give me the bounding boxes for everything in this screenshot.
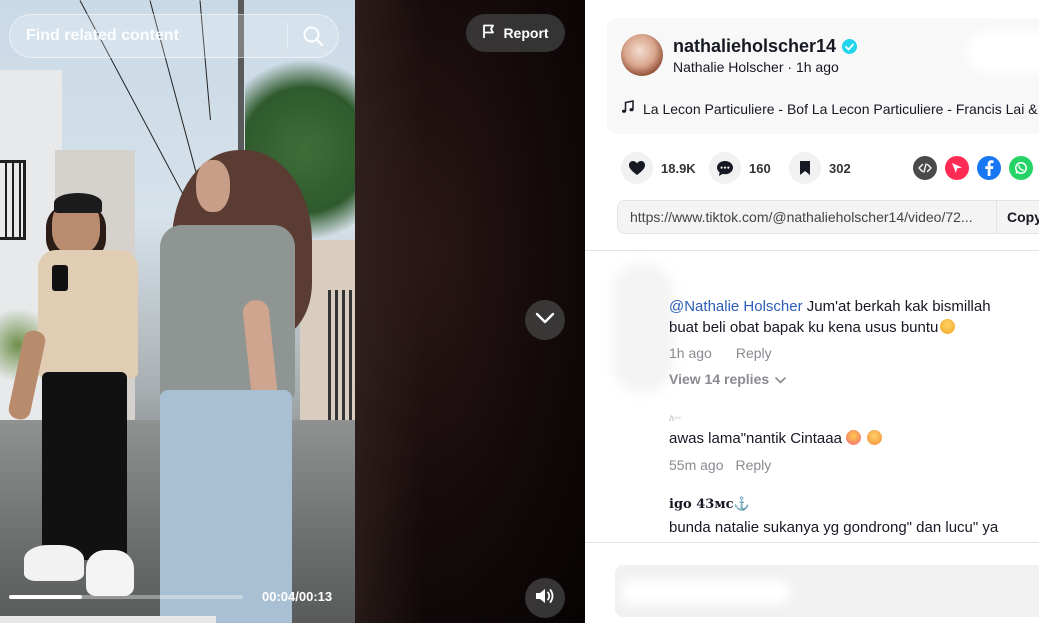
bookmark-icon: [789, 152, 821, 184]
reply-button[interactable]: Reply: [736, 345, 772, 361]
smiling-face-with-hearts-emoji-icon: [845, 430, 861, 445]
video-bottom-strip: [0, 616, 216, 623]
share-link[interactable]: https://www.tiktok.com/@nathalieholscher…: [618, 209, 996, 225]
like-count: 18.9K: [661, 160, 696, 176]
author-subline: Nathalie Holscher · 1h ago: [673, 59, 839, 75]
comment-time: 55m ago: [669, 457, 724, 473]
search-icon[interactable]: [288, 14, 338, 58]
music-title: La Lecon Particuliere - Bof La Lecon Par…: [643, 100, 1038, 117]
speaker-icon: [535, 587, 555, 610]
comment-composer: [585, 542, 1039, 623]
username[interactable]: nathalieholscher14: [673, 36, 836, 57]
send-to-friends-icon[interactable]: [945, 156, 969, 180]
comment-text-line: bunda natalie sukanya yg gondrong" dan l…: [669, 519, 999, 536]
flag-icon: [482, 24, 496, 42]
search-bar[interactable]: Find related content: [9, 14, 339, 58]
person-1-pants: [42, 372, 127, 560]
comment-body: @Nathalie Holscher Jum'at berkah kak bis…: [669, 296, 991, 317]
search-input[interactable]: Find related content: [10, 27, 287, 45]
music-note-icon: [621, 100, 635, 117]
heart-eyes-emoji-icon: [866, 430, 882, 445]
comment-text-line: Jum'at berkah kak bismillah: [802, 298, 991, 315]
video-frame[interactable]: [0, 0, 355, 623]
video-player[interactable]: Find related content Report 00:04/00:13: [0, 0, 585, 623]
pleading-face-emoji-icon: [940, 319, 956, 334]
whatsapp-icon[interactable]: [1009, 156, 1033, 180]
comment-button[interactable]: 160: [709, 152, 771, 184]
save-button[interactable]: 302: [789, 152, 851, 184]
person-1-shoe: [86, 550, 134, 596]
person-1-phone: [52, 265, 68, 291]
comment-list[interactable]: @Nathalie Holscher Jum'at berkah kak bis…: [585, 251, 1039, 542]
comment-time: 1h ago: [669, 345, 712, 361]
report-label: Report: [503, 25, 549, 41]
comment-input[interactable]: [615, 565, 1039, 617]
video-progress-bar[interactable]: [9, 595, 243, 599]
post-time: 1h ago: [795, 59, 839, 75]
blurred-region: [613, 263, 673, 393]
embed-code-icon[interactable]: [913, 156, 937, 180]
copy-link-button[interactable]: Copy: [996, 201, 1039, 233]
subline-separator: ·: [783, 59, 796, 75]
video-time: 00:04/00:13: [262, 589, 333, 604]
commenter-name[interactable]: igo 43мс⚓: [669, 497, 750, 512]
blurred-region: [967, 30, 1039, 74]
comment-count: 160: [749, 160, 771, 176]
tiktok-video-page: Find related content Report 00:04/00:13 …: [0, 0, 1039, 623]
comment-meta: 1h ago Reply: [669, 345, 772, 361]
display-name: Nathalie Holscher: [673, 59, 784, 75]
reply-button[interactable]: Reply: [735, 457, 771, 473]
facebook-icon[interactable]: [977, 156, 1001, 180]
verified-badge-icon: [842, 39, 858, 54]
post-info-card: nathalieholscher14 Nathalie Holscher · 1…: [607, 18, 1039, 134]
share-link-box: https://www.tiktok.com/@nathalieholscher…: [617, 200, 1039, 234]
music-link[interactable]: La Lecon Particuliere - Bof La Lecon Par…: [621, 100, 1038, 117]
chevron-down-icon: [775, 371, 786, 387]
avatar[interactable]: [621, 34, 663, 76]
commenter-name[interactable]: ʌ◦◦: [669, 413, 681, 424]
action-bar: 18.9K 160 302: [621, 152, 1039, 184]
report-button[interactable]: Report: [466, 14, 565, 52]
person-2-face: [196, 160, 230, 212]
video-progress-fill: [9, 595, 82, 599]
save-count: 302: [829, 160, 851, 176]
like-button[interactable]: 18.9K: [621, 152, 696, 184]
author-row: nathalieholscher14: [673, 36, 858, 57]
person-1-shoe: [24, 545, 84, 581]
comment-bubble-icon: [709, 152, 741, 184]
view-replies-button[interactable]: View 14 replies: [669, 371, 786, 387]
blurred-region: [621, 579, 791, 605]
comment-text-line: buat beli obat bapak ku kena usus buntu: [669, 319, 939, 336]
comment-mention[interactable]: @Nathalie Holscher: [669, 298, 803, 315]
scene-balcony: [0, 160, 26, 240]
chevron-down-icon: [535, 311, 555, 329]
comment-body: awas lama"nantik Cintaaa: [669, 428, 882, 449]
comment-meta: 55m ago Reply: [669, 457, 771, 473]
comment-text-line: awas lama"nantik Cintaaa: [669, 430, 842, 447]
volume-button[interactable]: [525, 578, 565, 618]
comment-body: buat beli obat bapak ku kena usus buntu: [669, 317, 956, 338]
person-1-cap: [54, 193, 102, 213]
comment-body: bunda natalie sukanya yg gondrong" dan l…: [669, 517, 998, 538]
details-panel: nathalieholscher14 Nathalie Holscher · 1…: [585, 0, 1039, 623]
view-replies-label: View 14 replies: [669, 371, 770, 387]
next-video-button[interactable]: [525, 300, 565, 340]
heart-icon: [621, 152, 653, 184]
